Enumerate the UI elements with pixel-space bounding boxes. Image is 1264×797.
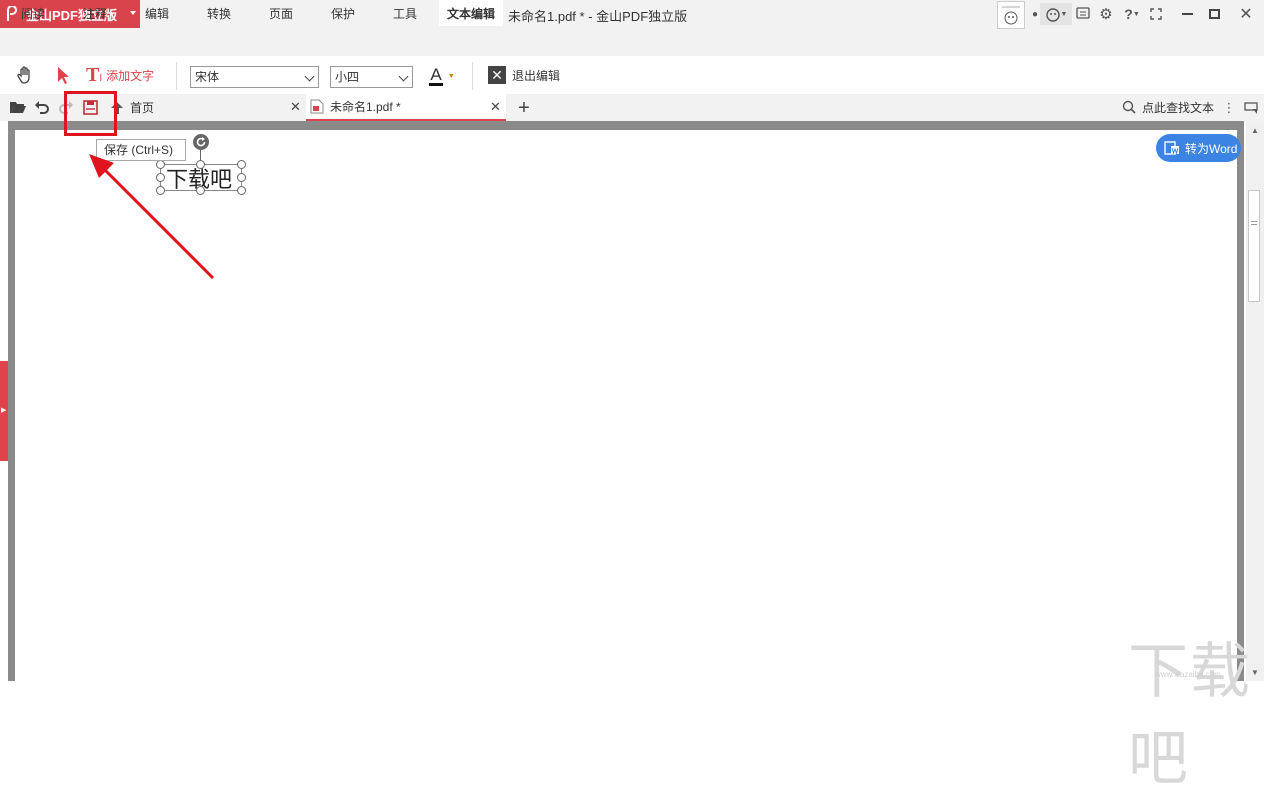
convert-to-word-label: 转为Word: [1185, 141, 1238, 156]
help-icon: ?: [1124, 6, 1133, 22]
robot-face-icon: [1045, 8, 1060, 22]
toolbar-divider: [472, 62, 473, 90]
menu-edit[interactable]: 编辑: [136, 0, 178, 26]
menu-read[interactable]: 阅读: [12, 0, 54, 26]
window-title-text: 未命名1.pdf * - 金山PDF独立版: [508, 9, 688, 24]
settings-button[interactable]: ⚙: [1095, 3, 1117, 25]
find-text-label: 点此查找文本: [1142, 100, 1215, 115]
pdf-file-icon: [310, 99, 324, 114]
text-tool-icon: T: [86, 63, 100, 86]
avatar-image-icon: [1002, 6, 1020, 25]
font-color-button[interactable]: A ▼: [424, 63, 460, 89]
select-tool-button[interactable]: [50, 63, 74, 87]
menu-tools[interactable]: 工具: [384, 0, 426, 26]
convert-to-word-button[interactable]: 转为Word: [1156, 134, 1241, 162]
word-doc-icon: [1164, 141, 1179, 155]
more-options-button[interactable]: ⋮: [1222, 99, 1236, 117]
watermark-url: www.xiazaiba.com: [1155, 670, 1221, 679]
menu-protect[interactable]: 保护: [322, 0, 364, 26]
gear-icon: ⚙: [1099, 6, 1113, 23]
user-avatar[interactable]: [997, 1, 1025, 29]
minimize-icon: [1181, 13, 1193, 15]
left-panel-handle[interactable]: ▶: [0, 361, 8, 461]
tab-document-label: 未命名1.pdf *: [330, 100, 401, 114]
chevron-down-icon: ▼: [447, 72, 455, 80]
chevron-down-icon: [398, 71, 409, 82]
resize-handle-bottom-right[interactable]: [237, 186, 246, 195]
minimize-button[interactable]: [1176, 3, 1198, 25]
exit-edit-button[interactable]: ✕ 退出编辑: [488, 65, 568, 85]
open-file-button[interactable]: [8, 98, 28, 116]
annotation-arrow-icon: [89, 154, 215, 280]
add-text-button[interactable]: T I 添加文字: [86, 64, 166, 86]
maximize-button[interactable]: [1203, 3, 1225, 25]
close-window-button[interactable]: ✕: [1235, 3, 1257, 25]
chevron-down-icon: [304, 71, 315, 82]
toolbar-divider: [176, 62, 177, 90]
add-text-label: 添加文字: [106, 68, 155, 83]
expand-icon: [1150, 8, 1162, 20]
resize-handle-right[interactable]: [237, 173, 246, 182]
tab-document[interactable]: 未命名1.pdf *: [306, 94, 506, 121]
menu-convert[interactable]: 转换: [198, 0, 240, 26]
hand-icon: [17, 66, 30, 84]
font-family-value: 宋体: [195, 70, 220, 84]
more-vertical-icon: ⋮: [1222, 100, 1236, 115]
help-button[interactable]: ? ▼: [1119, 3, 1145, 25]
cursor-i-icon: I: [99, 72, 103, 84]
menu-annotate[interactable]: 注释: [74, 0, 116, 26]
font-size-value: 小四: [335, 70, 360, 84]
tab-home-label: 首页: [130, 101, 155, 115]
highlight-box: [64, 91, 117, 136]
message-icon: [1076, 7, 1090, 19]
exit-x-icon: ✕: [488, 66, 506, 84]
cursor-arrow-icon: [58, 67, 69, 84]
find-text-button[interactable]: 点此查找文本: [1122, 97, 1222, 117]
panel-toggle-button[interactable]: [1242, 99, 1260, 117]
font-color-glyph: A: [429, 65, 443, 86]
undo-button[interactable]: [32, 98, 52, 116]
menu-bar: [0, 30, 1264, 56]
resize-handle-top-right[interactable]: [237, 160, 246, 169]
window-title: 未命名1.pdf * - 金山PDF独立版: [488, 6, 687, 25]
scroll-up-arrow-icon[interactable]: ▲: [1249, 125, 1261, 135]
chevron-right-icon: ▶: [1, 407, 7, 414]
rotate-icon: [193, 134, 209, 150]
menu-page[interactable]: 页面: [260, 0, 302, 26]
tab-home-close-icon[interactable]: ✕: [290, 99, 301, 115]
new-tab-button[interactable]: +: [514, 97, 534, 119]
watermark-logo: 下载吧: [1128, 638, 1252, 792]
folder-open-icon: [10, 102, 26, 113]
font-size-select[interactable]: 小四: [330, 66, 413, 88]
font-family-select[interactable]: 宋体: [190, 66, 319, 88]
chevron-down-icon: ▼: [1060, 10, 1068, 18]
tab-home[interactable]: 首页: [110, 94, 306, 121]
close-icon: ✕: [1239, 6, 1253, 23]
plus-icon: +: [518, 96, 530, 119]
skin-button[interactable]: ▼: [1040, 3, 1072, 25]
hand-tool-button[interactable]: [14, 63, 38, 87]
menu-text-edit[interactable]: 文本编辑: [439, 0, 503, 26]
rotate-handle[interactable]: [192, 133, 210, 151]
panel-icon: [1244, 102, 1258, 114]
chevron-down-icon: ▼: [1132, 10, 1140, 18]
fullscreen-button[interactable]: [1145, 3, 1167, 25]
scrollbar-thumb[interactable]: [1248, 190, 1260, 302]
undo-icon: [35, 101, 49, 114]
exit-edit-label: 退出编辑: [512, 68, 561, 83]
feedback-button[interactable]: [1072, 3, 1094, 25]
maximize-icon: [1208, 9, 1220, 19]
tab-document-close-icon[interactable]: ✕: [490, 99, 501, 115]
search-icon: [1122, 100, 1136, 114]
